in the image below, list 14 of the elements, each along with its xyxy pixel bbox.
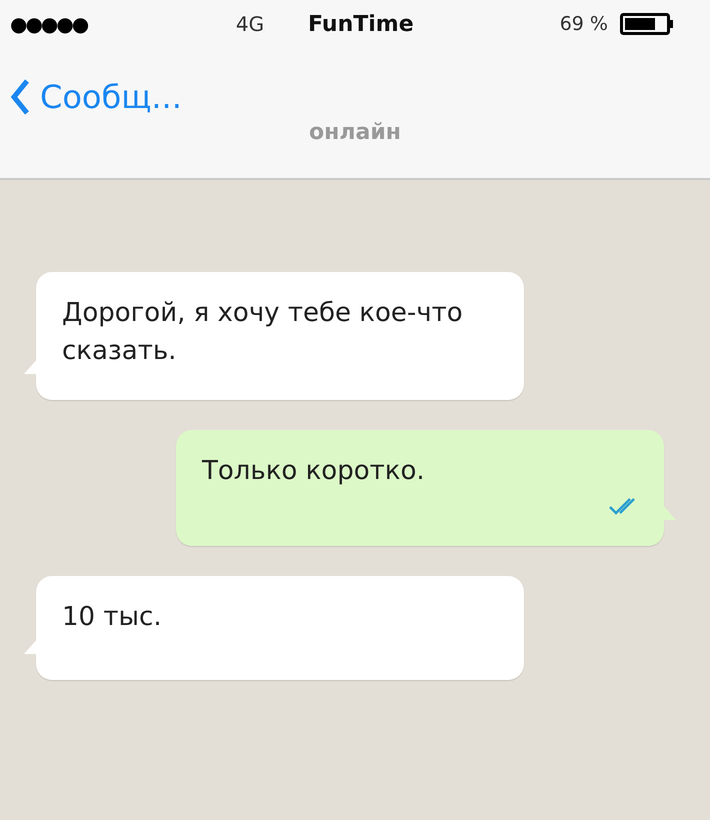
battery-percent: 69 % — [558, 13, 609, 35]
battery-icon — [620, 13, 674, 35]
back-chevron-icon[interactable] — [10, 78, 30, 116]
contact-status: онлайн — [309, 120, 401, 145]
message-text: Дорогой, я хочу тебе кое-что сказать. — [62, 297, 464, 368]
bubble-tail — [24, 358, 38, 374]
back-link[interactable]: Сообщ... — [10, 78, 182, 116]
network-type: 4G — [234, 12, 266, 36]
message-text: Только коротко. — [202, 455, 426, 488]
signal-dots-icon: ●●●●● — [10, 12, 210, 36]
bubble-tail — [662, 504, 676, 520]
app-title: FunTime — [307, 12, 415, 36]
message-text: 10 тыс. — [62, 601, 163, 634]
bubble-tail — [24, 638, 38, 654]
